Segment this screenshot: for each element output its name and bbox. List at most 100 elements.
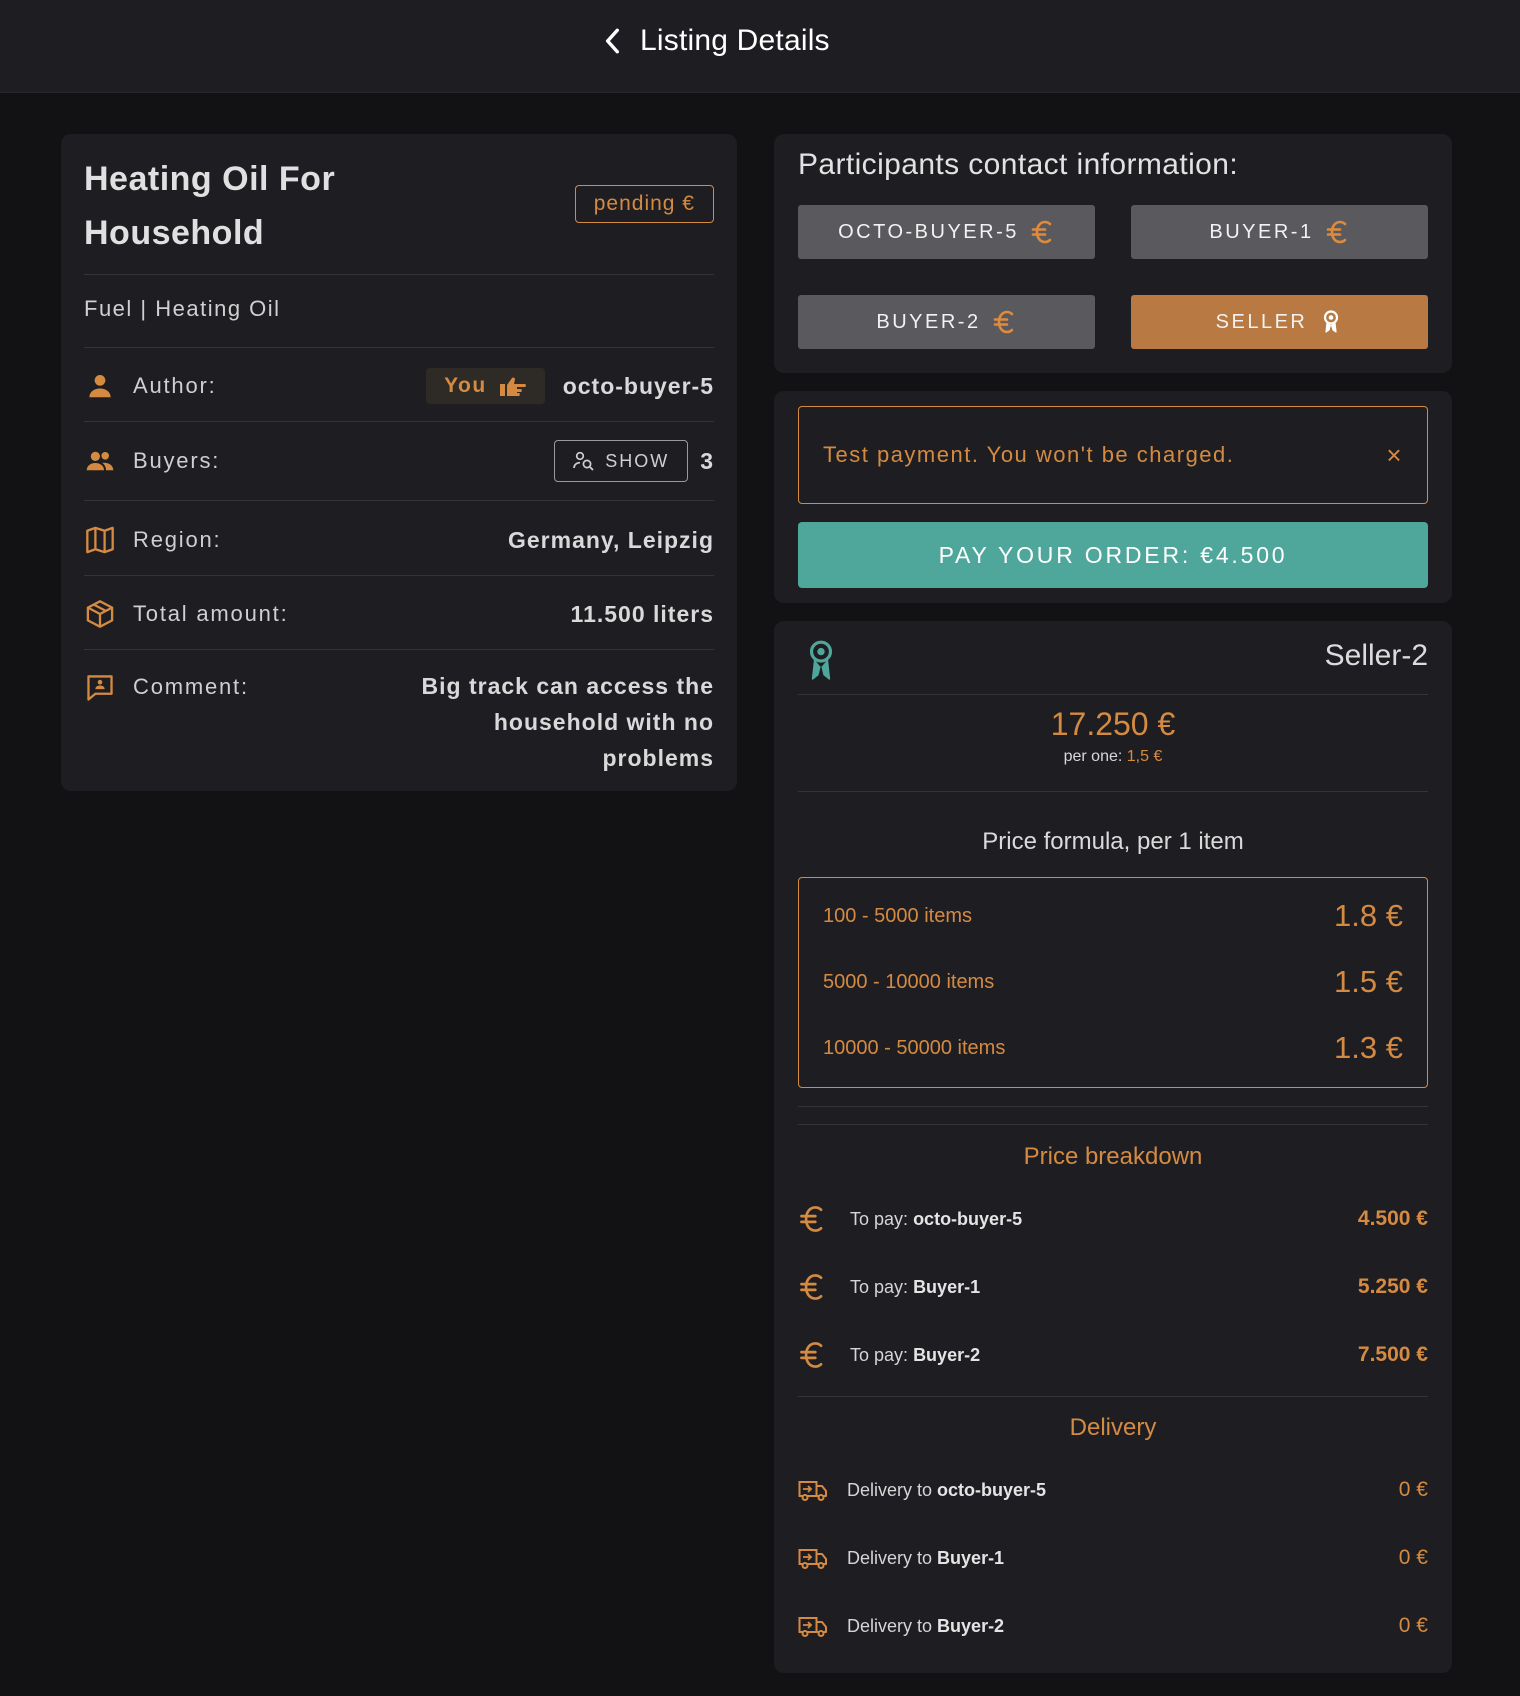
you-chip: You (426, 368, 545, 404)
delivery-name: Buyer-2 (937, 1615, 1005, 1636)
show-buyers-button[interactable]: SHOW (554, 440, 689, 482)
person-icon (84, 370, 116, 402)
divider (798, 1106, 1428, 1107)
formula-range: 5000 - 10000 items (823, 970, 995, 993)
per-one-price: per one: 1,5 € (774, 748, 1452, 766)
euro-icon (1326, 220, 1346, 244)
seller-name: Seller-2 (1324, 639, 1428, 672)
breakdown-name: Buyer-1 (913, 1276, 981, 1297)
breakdown-row: To pay: Buyer-2 7.500 € (798, 1337, 1428, 1373)
show-buyers-label: SHOW (605, 450, 670, 471)
breakdown-text: To pay: Buyer-2 (850, 1345, 980, 1366)
total-price: 17.250 € (1050, 706, 1176, 742)
contacts-card: Participants contact information: OCTO-B… (774, 134, 1452, 373)
euro-icon (798, 1204, 828, 1234)
alert-message: Test payment. You won't be charged. (823, 442, 1235, 467)
breakdown-text: To pay: octo-buyer-5 (850, 1209, 1022, 1230)
comment-row: Comment: Big track can access the househ… (84, 668, 714, 771)
formula-row: 10000 - 50000 items 1.3 € (823, 1028, 1403, 1068)
price-formula-title: Price formula, per 1 item (982, 828, 1244, 855)
delivery-text: Delivery to octo-buyer-5 (847, 1480, 1046, 1501)
breakdown-prefix: To pay: (850, 1344, 909, 1365)
breakdown-amount: 5.250 € (1357, 1275, 1428, 1298)
award-icon (809, 640, 833, 680)
euro-icon (798, 1272, 828, 1302)
euro-icon (1031, 220, 1052, 244)
delivery-amount: 0 € (1398, 1478, 1428, 1501)
delivery-row: Delivery to Buyer-1 0 € (798, 1540, 1428, 1576)
divider (84, 347, 714, 348)
delivery-prefix: Delivery to (847, 1615, 933, 1636)
chevron-left-icon[interactable] (600, 26, 626, 56)
map-icon (84, 524, 116, 556)
top-bar: Listing Details (0, 0, 1520, 93)
region-row: Region: Germany, Leipzig (84, 519, 714, 561)
listing-card: Heating Oil For Household pending € Fuel… (61, 134, 737, 791)
breakdown-row: To pay: Buyer-1 5.250 € (798, 1269, 1428, 1305)
close-icon[interactable]: × (1386, 440, 1403, 471)
package-icon (84, 598, 116, 630)
delivery-amount: 0 € (1398, 1614, 1428, 1637)
listing-title-line-1: Heating Oil For (84, 160, 336, 198)
author-row: Author: You octo-buyer-5 (84, 366, 714, 406)
formula-range: 100 - 5000 items (823, 904, 972, 927)
comment-line-2: household with no (493, 709, 714, 735)
divider (798, 791, 1428, 792)
contact-button-label: BUYER-2 (876, 310, 981, 333)
comment-line-1: Big track can access the (421, 673, 714, 699)
comment-line-3: problems (602, 745, 714, 771)
contacts-title: Participants contact information: (798, 148, 1239, 181)
delivery-prefix: Delivery to (847, 1547, 933, 1568)
back-navigation[interactable]: Listing Details (600, 24, 830, 58)
contact-button-label: OCTO-BUYER-5 (838, 220, 1019, 243)
delivery-row: Delivery to octo-buyer-5 0 € (798, 1472, 1428, 1508)
contact-button-label: BUYER-1 (1209, 220, 1314, 243)
amount-value: 11.500 liters (570, 600, 714, 627)
contact-button-buyer-1[interactable]: BUYER-1 (1131, 205, 1428, 259)
divider (798, 694, 1428, 695)
delivery-truck-icon (798, 1543, 828, 1573)
pay-order-button[interactable]: PAY YOUR ORDER: €4.500 (798, 522, 1428, 588)
per-one-label: per one: (1063, 748, 1123, 765)
divider (84, 421, 714, 422)
contact-button-buyer-2[interactable]: BUYER-2 (798, 295, 1095, 349)
divider (798, 1396, 1428, 1397)
amount-row: Total amount: 11.500 liters (84, 593, 714, 635)
offer-card: Seller-2 17.250 € per one: 1,5 € Price f… (774, 621, 1452, 1673)
delivery-title: Delivery (1069, 1414, 1157, 1441)
region-label: Region: (133, 527, 222, 552)
breakdown-text: To pay: Buyer-1 (850, 1277, 980, 1298)
breakdown-amount: 4.500 € (1357, 1207, 1428, 1230)
person-search-icon (573, 451, 594, 471)
formula-row: 5000 - 10000 items 1.5 € (823, 962, 1403, 1002)
delivery-amount: 0 € (1398, 1546, 1428, 1569)
formula-row: 100 - 5000 items 1.8 € (823, 896, 1403, 936)
formula-price: 1.3 € (1334, 1030, 1403, 1065)
award-icon (1324, 310, 1339, 333)
formula-price: 1.5 € (1334, 964, 1403, 999)
divider (798, 1124, 1428, 1125)
breakdown-name: Buyer-2 (913, 1344, 981, 1365)
breakdown-prefix: To pay: (850, 1208, 909, 1229)
divider (84, 500, 714, 501)
breakdown-name: octo-buyer-5 (913, 1208, 1023, 1229)
delivery-truck-icon (798, 1475, 828, 1505)
breakdown-prefix: To pay: (850, 1276, 909, 1297)
you-chip-label: You (444, 374, 487, 397)
contact-button-label: SELLER (1215, 310, 1308, 333)
page-title: Listing Details (640, 24, 830, 57)
delivery-row: Delivery to Buyer-2 0 € (798, 1608, 1428, 1644)
contact-button-seller[interactable]: SELLER (1131, 295, 1428, 349)
comment-value: Big track can access the household with … (422, 668, 714, 776)
per-one-value: 1,5 € (1126, 748, 1163, 765)
buyers-row: Buyers: SHOW 3 (84, 440, 714, 482)
formula-price: 1.8 € (1334, 898, 1403, 933)
listing-category: Fuel | Heating Oil (84, 296, 281, 321)
divider (84, 575, 714, 576)
people-icon (84, 445, 116, 477)
author-value-group: You octo-buyer-5 (426, 368, 714, 404)
contact-button-octo-buyer-5[interactable]: OCTO-BUYER-5 (798, 205, 1095, 259)
euro-icon (993, 310, 1013, 334)
divider (84, 274, 714, 275)
author-value: octo-buyer-5 (562, 372, 714, 399)
